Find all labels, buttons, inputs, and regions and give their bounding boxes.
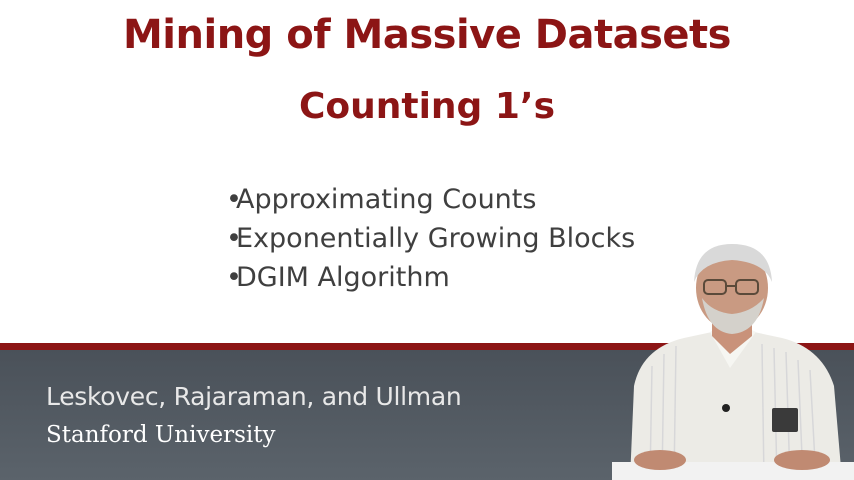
topic-list: •Approximating Counts •Exponentially Gro… (226, 180, 635, 297)
topic-label: Approximating Counts (236, 184, 537, 215)
university-name: Stanford University (46, 422, 276, 448)
topic-item: •Approximating Counts (226, 180, 635, 219)
topic-label: Exponentially Growing Blocks (236, 223, 636, 254)
bullet: • (226, 184, 242, 215)
topic-item: •Exponentially Growing Blocks (226, 219, 635, 258)
microphone-icon (722, 404, 730, 412)
slide-title: Mining of Massive Datasets (123, 12, 731, 58)
bullet: • (226, 262, 242, 293)
topic-item: •DGIM Algorithm (226, 258, 635, 297)
slide-subtitle: Counting 1’s (298, 86, 556, 127)
topic-label: DGIM Algorithm (236, 262, 450, 293)
presenter-video (612, 236, 854, 480)
bullet: • (226, 223, 242, 254)
authors-credit: Leskovec, Rajaraman, and Ullman (46, 382, 462, 411)
